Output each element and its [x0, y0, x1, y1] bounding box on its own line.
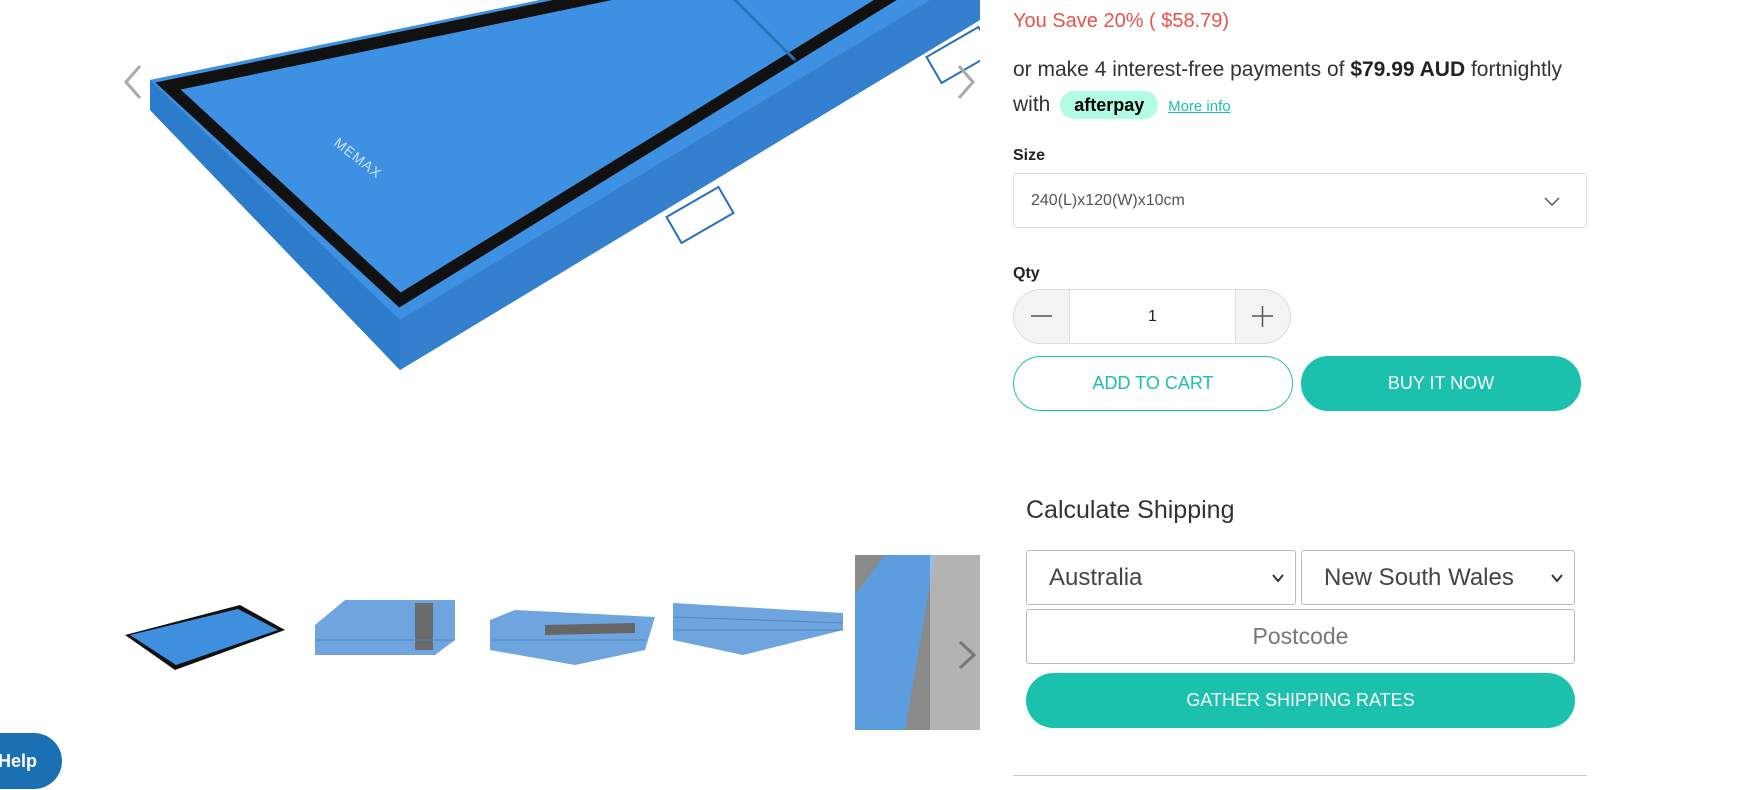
product-main-image: MEMAX: [150, 0, 995, 370]
size-label: Size: [1013, 147, 1046, 164]
afterpay-logo: afterpay: [1060, 91, 1159, 120]
calculate-shipping-title: Calculate Shipping: [1026, 496, 1235, 524]
thumbnail-2[interactable]: [305, 555, 465, 730]
gallery-prev-button[interactable]: [122, 62, 146, 102]
gather-shipping-rates-button[interactable]: GATHER SHIPPING RATES: [1026, 673, 1575, 728]
afterpay-amount: $79.99 AUD: [1350, 58, 1466, 81]
thumbnail-1[interactable]: [120, 555, 290, 730]
divider: [1013, 775, 1587, 776]
plus-icon: [1252, 306, 1273, 327]
postcode-input[interactable]: Postcode: [1026, 609, 1575, 664]
afterpay-message: or make 4 interest-free payments of $79.…: [1013, 52, 1593, 124]
qty-increase-button[interactable]: [1235, 290, 1290, 343]
thumbnail-3[interactable]: [485, 555, 660, 730]
afterpay-suffix: fortnightly: [1470, 58, 1563, 81]
thumbnail-next-button[interactable]: [948, 630, 988, 680]
afterpay-with: with: [1013, 93, 1051, 116]
chevron-down-icon: [1551, 574, 1563, 583]
afterpay-prefix: or make 4 interest-free payments of: [1013, 58, 1345, 81]
afterpay-more-info-link[interactable]: More info: [1168, 98, 1231, 115]
chevron-left-icon: [124, 65, 142, 99]
state-select[interactable]: New South Wales: [1301, 550, 1575, 605]
gallery-next-button[interactable]: [953, 62, 977, 102]
help-button[interactable]: Help: [0, 733, 62, 789]
country-selected-value: Australia: [1049, 564, 1143, 591]
thumbnail-strip: [120, 555, 990, 735]
size-selected-value: 240(L)x120(W)x10cm: [1031, 192, 1185, 209]
chevron-down-icon: [1272, 574, 1284, 583]
country-select[interactable]: Australia: [1026, 550, 1296, 605]
quantity-stepper: [1013, 289, 1291, 344]
qty-label: Qty: [1013, 265, 1040, 282]
state-selected-value: New South Wales: [1324, 564, 1514, 591]
qty-decrease-button[interactable]: [1014, 290, 1069, 343]
qty-input[interactable]: [1069, 290, 1236, 343]
savings-text: You Save 20% ( $58.79): [1013, 10, 1230, 32]
add-to-cart-button[interactable]: ADD TO CART: [1013, 356, 1293, 411]
chevron-down-icon: [1544, 197, 1560, 207]
size-select[interactable]: 240(L)x120(W)x10cm: [1013, 173, 1587, 228]
chevron-right-icon: [958, 640, 977, 670]
minus-icon: [1031, 315, 1052, 317]
thumbnail-4[interactable]: [668, 555, 844, 730]
buy-now-button[interactable]: BUY IT NOW: [1301, 356, 1581, 411]
chevron-right-icon: [957, 65, 975, 99]
